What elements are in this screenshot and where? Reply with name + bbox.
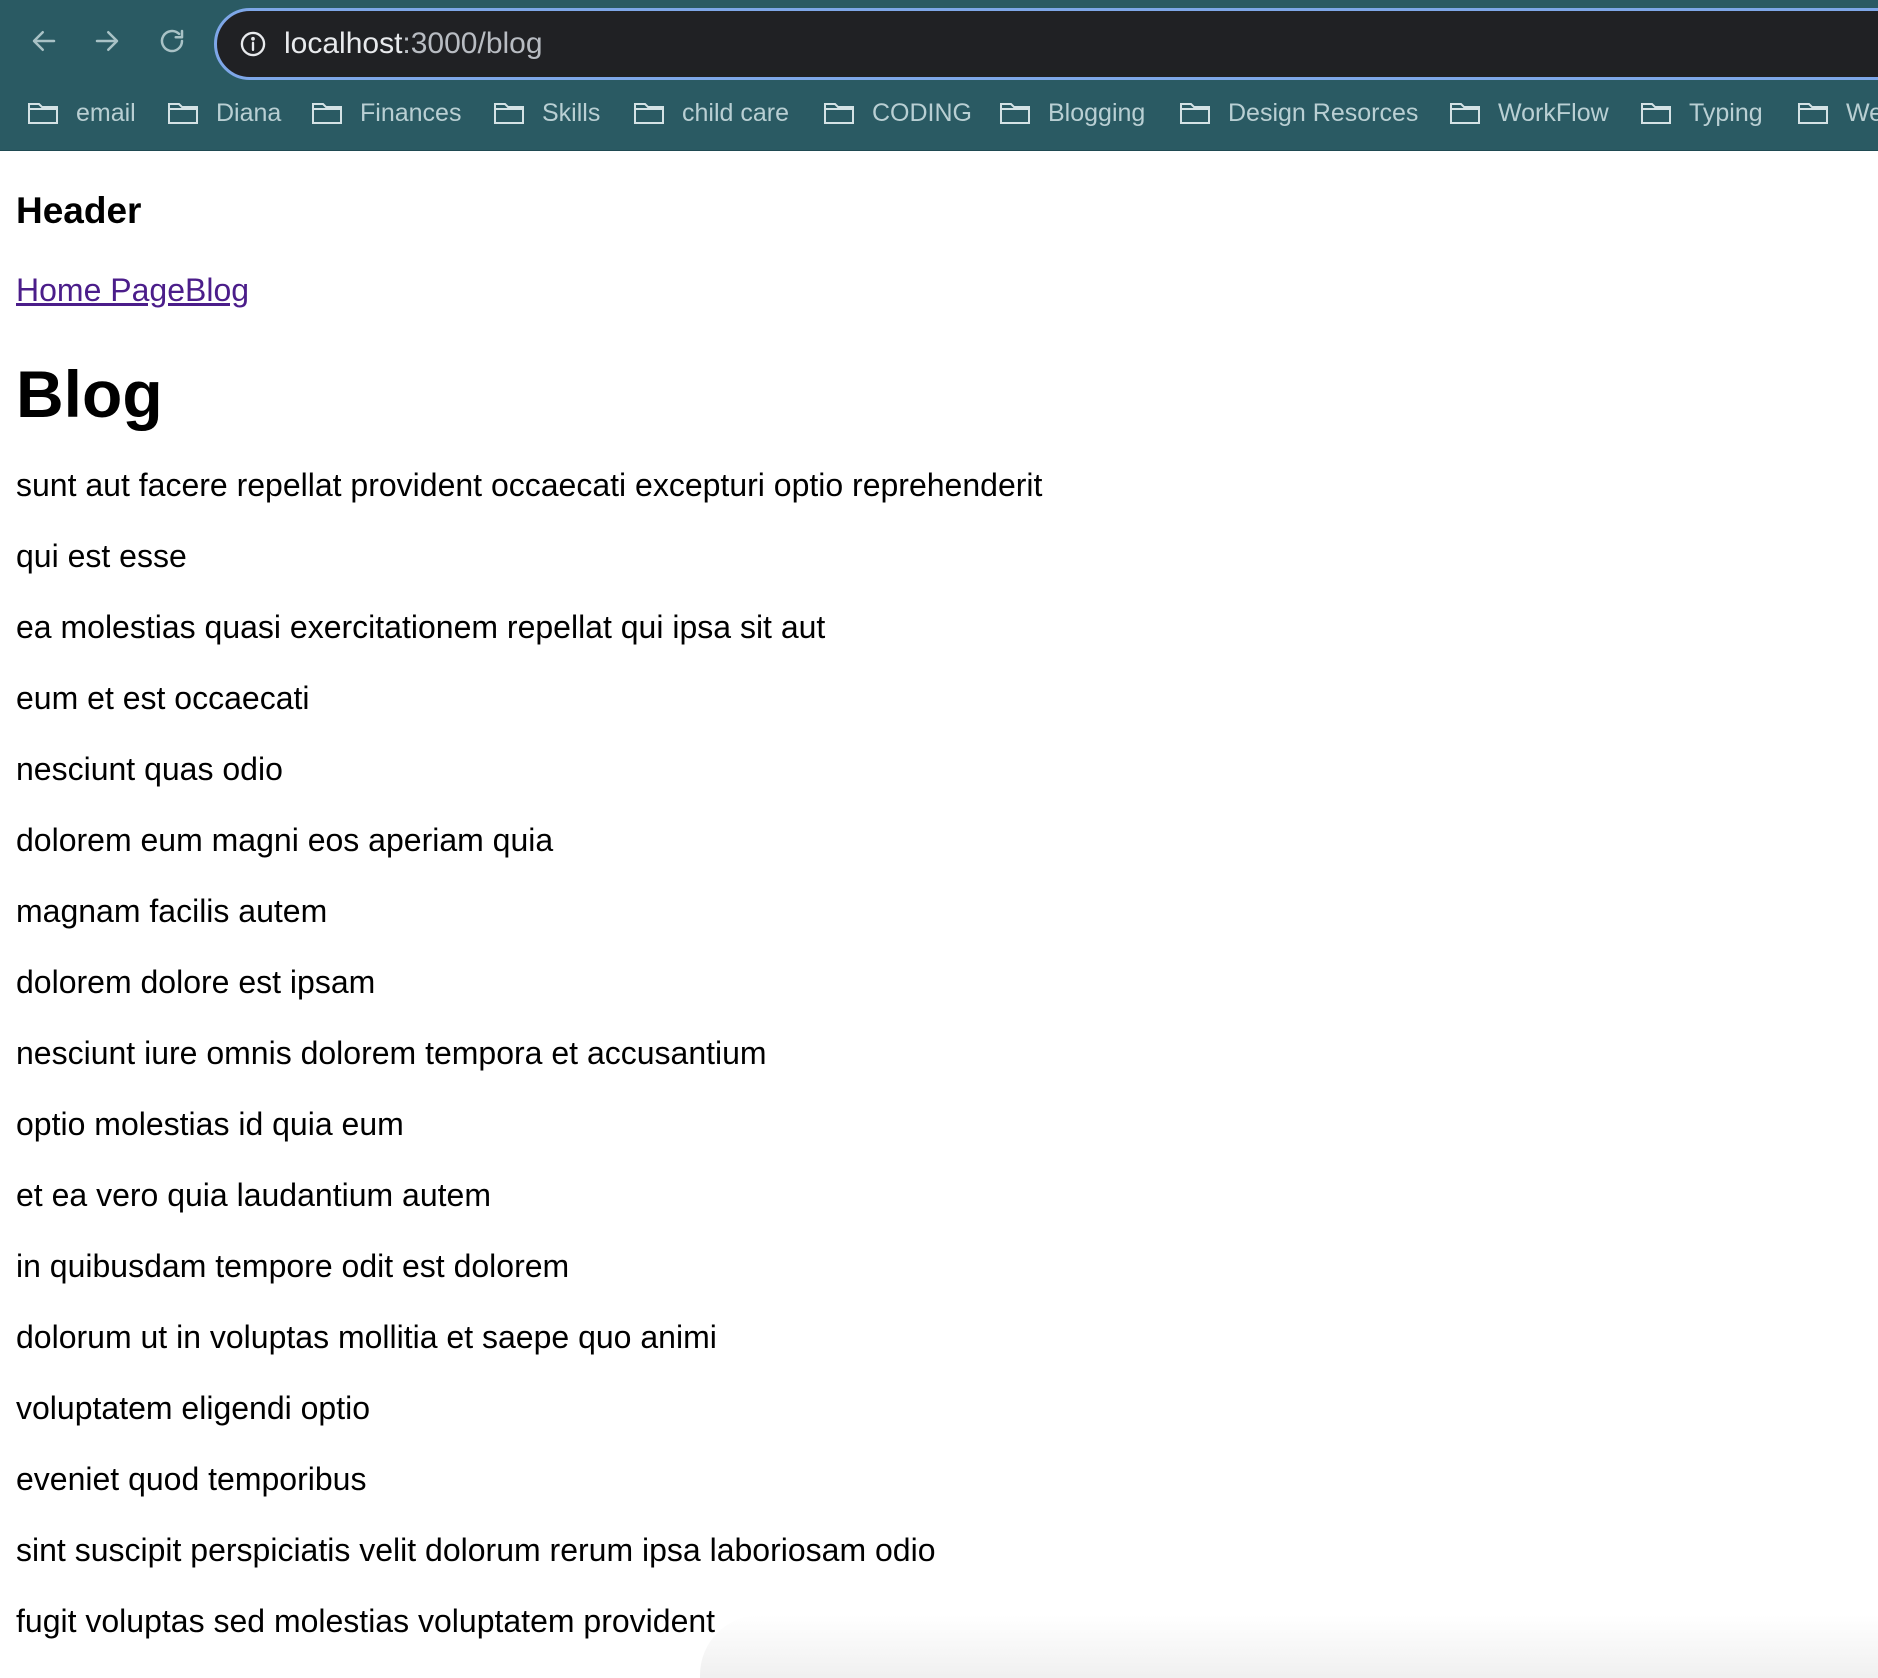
bookmark-skills[interactable]: Skills [493,92,600,134]
folder-icon [1179,100,1211,126]
bookmark-label: CODING [872,98,972,127]
bookmark-label: email [76,98,136,127]
post-title: sint suscipit perspiciatis velit dolorum… [16,1532,936,1568]
bookmark-label: Diana [216,98,282,127]
post-title: fugit voluptas sed molestias voluptatem … [16,1603,716,1639]
bookmark-email[interactable]: email [27,92,136,134]
folder-icon [999,100,1031,126]
bookmark-coding[interactable]: CODING [823,92,972,134]
back-button[interactable] [23,22,65,64]
site-nav: Home PageBlog [16,270,249,310]
post-title: voluptatem eligendi optio [16,1390,371,1426]
url-path: :3000/blog [402,27,543,60]
bookmark-design-resorces[interactable]: Design Resorces [1179,92,1418,134]
post-title: et ea vero quia laudantium autem [16,1177,491,1213]
bookmark-workflow[interactable]: WorkFlow [1449,92,1609,134]
arrow-right-icon [92,26,122,60]
url-text[interactable]: localhost:3000/blog [284,25,543,63]
bookmark-label: child care [682,98,789,127]
site-header: Header [16,190,142,231]
home-page-link[interactable]: Home Page [16,272,185,308]
forward-button[interactable] [86,22,128,64]
page-content: Header Home PageBlog Blog sunt aut facer… [0,151,1878,1678]
bookmark-label: Design Resorces [1228,98,1419,127]
reload-button[interactable] [151,22,193,64]
page-title: Blog [16,357,163,431]
bookmark-we[interactable]: We [1797,92,1878,134]
bookmarks-bar: email Diana Finances Skills child care C… [0,92,1878,134]
post-title: in quibusdam tempore odit est dolorem [16,1248,570,1284]
bookmark-label: We [1846,98,1878,127]
post-title: sunt aut facere repellat provident occae… [16,467,1043,503]
folder-icon [493,100,525,126]
folder-icon [167,100,199,126]
post-title: nesciunt quas odio [16,751,283,787]
bookmark-label: Skills [542,98,601,127]
post-title: optio molestias id quia eum [16,1106,404,1142]
bookmark-finances[interactable]: Finances [311,92,461,134]
bookmark-label: Finances [360,98,462,127]
browser-toolbar: localhost:3000/blog [0,0,1878,90]
folder-icon [633,100,665,126]
post-title: eveniet quod temporibus [16,1461,367,1497]
blog-link[interactable]: Blog [185,272,249,308]
folder-icon [311,100,343,126]
bookmark-typing[interactable]: Typing [1640,92,1763,134]
post-title: magnam facilis autem [16,893,328,929]
post-title: ea molestias quasi exercitationem repell… [16,609,826,645]
folder-icon [27,100,59,126]
reload-icon [157,26,187,60]
post-title: dolorum ut in voluptas mollitia et saepe… [16,1319,717,1355]
address-bar[interactable]: localhost:3000/blog [214,8,1878,80]
arrow-left-icon [29,26,59,60]
bookmark-blogging[interactable]: Blogging [999,92,1145,134]
post-title: eum et est occaecati [16,680,310,716]
post-title: qui est esse [16,538,187,574]
browser-chrome: localhost:3000/blog email Diana Finances… [0,0,1878,151]
folder-icon [1640,100,1672,126]
post-list: sunt aut facere repellat provident occae… [16,465,1042,1672]
bookmark-label: Typing [1689,98,1763,127]
bookmark-label: Blogging [1048,98,1146,127]
folder-icon [823,100,855,126]
info-icon[interactable] [239,30,267,58]
folder-icon [1797,100,1829,126]
bookmark-child-care[interactable]: child care [633,92,789,134]
bookmark-label: WorkFlow [1498,98,1609,127]
bookmark-diana[interactable]: Diana [167,92,281,134]
post-title: nesciunt iure omnis dolorem tempora et a… [16,1035,767,1071]
url-host: localhost [284,27,403,60]
folder-icon [1449,100,1481,126]
post-title: dolorem dolore est ipsam [16,964,376,1000]
post-title: dolorem eum magni eos aperiam quia [16,822,554,858]
